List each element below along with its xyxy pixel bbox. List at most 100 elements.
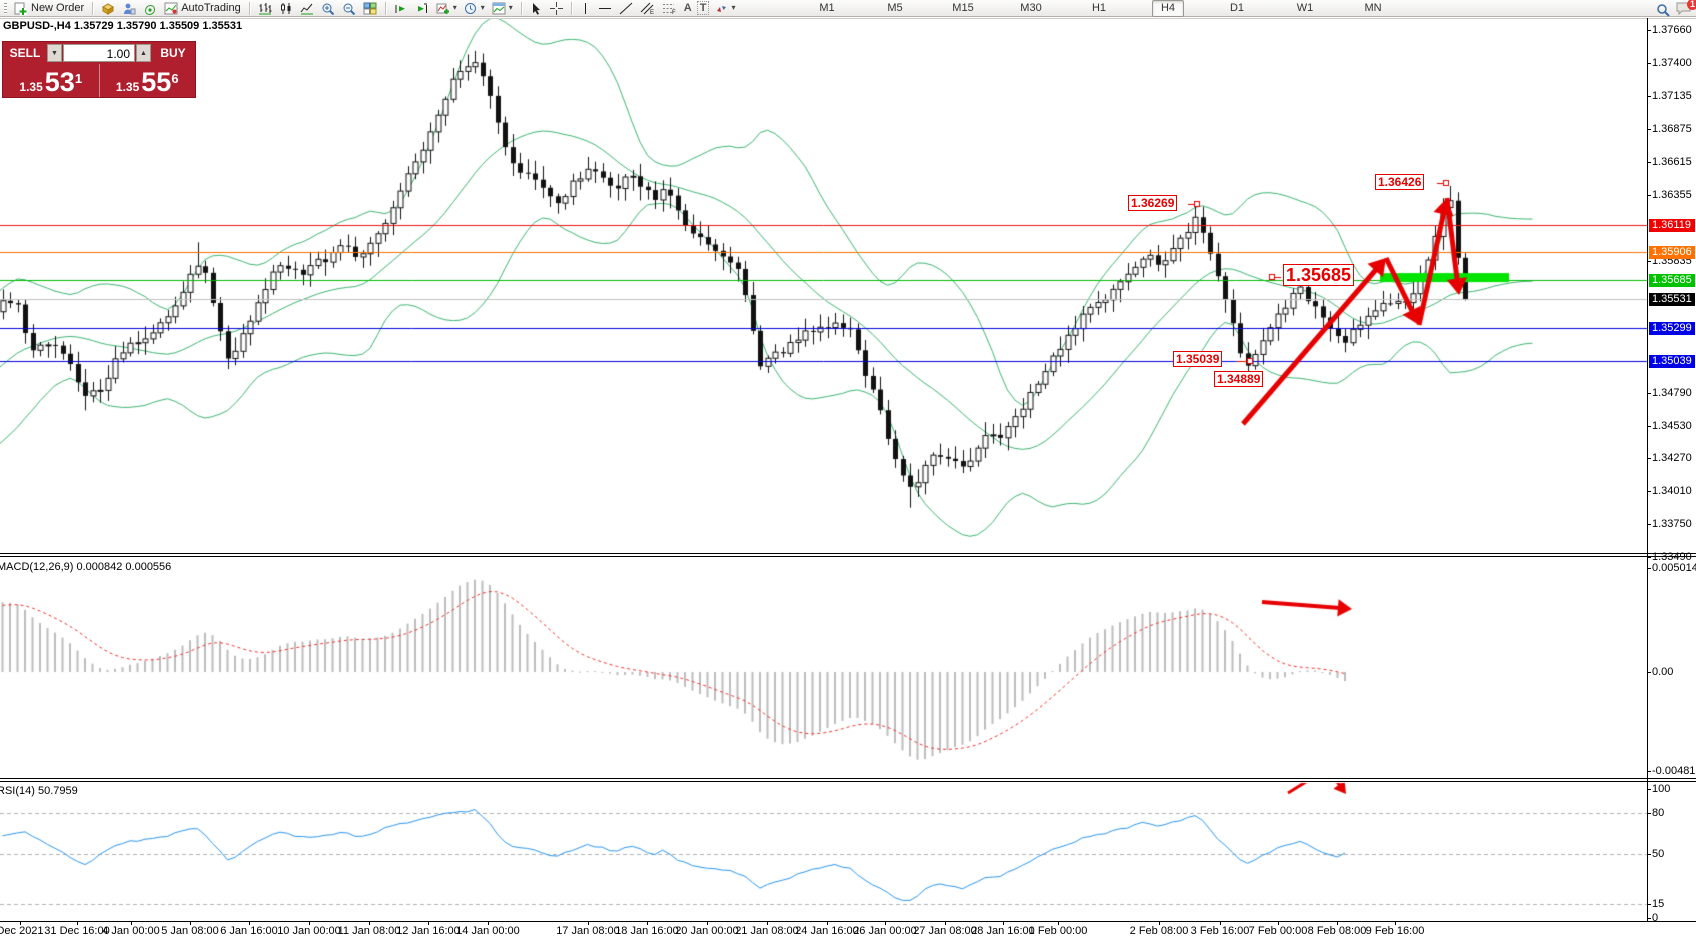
chevron-down-icon: ▾ — [509, 4, 513, 12]
horizontal-line-button[interactable] — [596, 1, 614, 16]
time-axis-tickmark — [309, 921, 310, 925]
time-axis-label: 3 Feb 16:00 — [1191, 925, 1250, 937]
svg-text:E: E — [650, 10, 654, 15]
price-annotation[interactable]: 1.34889 — [1214, 371, 1263, 387]
time-axis-label: 11 Jan 08:00 — [338, 925, 401, 937]
signals-button[interactable] — [141, 1, 159, 16]
time-axis-tickmark — [827, 921, 828, 925]
tab-timeframe-M1[interactable]: M1 — [812, 1, 842, 16]
buy-price-sup: 6 — [171, 64, 178, 94]
price-annotation[interactable]: 1.35039 — [1173, 351, 1222, 367]
time-axis-label: 4 Jan 00:00 — [102, 925, 160, 937]
sell-price-big: 53 — [45, 70, 75, 95]
time-axis-label: 1 Feb 00:00 — [1029, 925, 1088, 937]
tab-timeframe-H1[interactable]: H1 — [1084, 1, 1114, 16]
y-axis-tickmark — [1647, 426, 1651, 427]
trendline-button[interactable] — [617, 1, 635, 16]
time-axis-label: 27 Jan 08:00 — [913, 925, 977, 937]
price-annotation[interactable]: 1.36269 — [1128, 195, 1177, 211]
volume-down-button[interactable]: ▼ — [47, 44, 62, 62]
tab-timeframe-D1[interactable]: D1 — [1222, 1, 1252, 16]
text-button[interactable]: A — [682, 1, 694, 16]
svg-text:F: F — [672, 10, 676, 15]
indicators-button[interactable]: ▾ — [434, 1, 459, 16]
price-annotation[interactable]: 1.35685 — [1283, 264, 1354, 286]
mt4-window: New Order AutoTrading — [0, 0, 1696, 939]
time-axis-tickmark — [488, 921, 489, 925]
line-chart-button[interactable] — [298, 1, 316, 16]
autotrading-icon — [164, 2, 178, 15]
tab-timeframe-H4[interactable]: H4 — [1152, 0, 1184, 17]
volume-input[interactable] — [64, 46, 134, 62]
y-axis-tick: 1.34010 — [1652, 485, 1692, 497]
timeframe-group: M1 M5 M15 M30 H1 H4 D1 W1 MN — [812, 0, 1426, 17]
autotrading-button[interactable]: AutoTrading — [162, 1, 243, 16]
tab-timeframe-M15[interactable]: M15 — [948, 1, 978, 16]
crosshair-button[interactable] — [548, 1, 565, 16]
tab-timeframe-W1[interactable]: W1 — [1290, 1, 1320, 16]
vertical-line-button[interactable] — [578, 1, 593, 16]
new-order-label: New Order — [31, 2, 84, 14]
bar-chart-button[interactable] — [256, 1, 274, 16]
separator — [385, 2, 386, 15]
buy-button[interactable]: BUY — [151, 42, 195, 64]
zoom-out-button[interactable] — [340, 1, 358, 16]
time-axis-tickmark — [1220, 921, 1221, 925]
time-axis-label: 28 Jan 16:00 — [971, 925, 1035, 937]
price-annotation[interactable]: 1.36426 — [1375, 174, 1424, 190]
tab-timeframe-MN[interactable]: MN — [1358, 1, 1388, 16]
y-axis-tickmark — [1647, 63, 1651, 64]
time-axis-label: Dec 2021 — [0, 925, 44, 937]
cursor-button[interactable] — [528, 1, 545, 16]
separator — [249, 2, 250, 15]
new-order-button[interactable]: New Order — [12, 1, 86, 16]
arrows-button[interactable]: ▾ — [712, 1, 737, 16]
gold-cube-button[interactable] — [99, 1, 117, 16]
rsi-axis-tick: 50 — [1652, 848, 1664, 860]
periods-button[interactable]: ▾ — [462, 1, 487, 16]
auto-scroll-button[interactable] — [392, 1, 410, 16]
clock-icon — [464, 2, 478, 15]
time-axis-tickmark — [1003, 921, 1004, 925]
panel-separator — [0, 553, 1696, 554]
chevron-down-icon: ▾ — [731, 4, 735, 12]
chart-shift-icon — [415, 2, 429, 15]
buy-price[interactable]: 1.35 55 6 — [100, 64, 196, 97]
time-axis-label: 6 Jan 16:00 — [220, 925, 278, 937]
y-axis-tick: 1.36355 — [1652, 189, 1692, 201]
text-label-button[interactable]: T — [697, 1, 710, 15]
navigator-button[interactable] — [120, 1, 138, 16]
fibonacci-button[interactable]: F — [660, 1, 679, 16]
autotrading-label: AutoTrading — [181, 2, 241, 14]
chart-canvas[interactable] — [0, 0, 1696, 939]
zoom-in-button[interactable] — [319, 1, 337, 16]
rsi-axis-tickmark — [1647, 789, 1651, 790]
tile-windows-button[interactable] — [361, 1, 379, 16]
search-icon[interactable] — [1656, 3, 1670, 17]
rsi-axis-tick: 100 — [1652, 783, 1670, 795]
line-chart-icon — [300, 2, 314, 15]
rsi-axis-tickmark — [1647, 904, 1651, 905]
zoom-out-icon — [342, 2, 356, 15]
time-axis-label: 2 Feb 08:00 — [1130, 925, 1189, 937]
tab-timeframe-M30[interactable]: M30 — [1016, 1, 1046, 16]
chart-shift-button[interactable] — [413, 1, 431, 16]
sell-button[interactable]: SELL — [3, 42, 47, 64]
templates-button[interactable]: ▾ — [490, 1, 515, 16]
sell-price[interactable]: 1.35 53 1 — [3, 64, 100, 97]
panel-separator — [0, 921, 1696, 922]
y-axis-tick: 1.34530 — [1652, 420, 1692, 432]
symbol-ohlc-line: GBPUSD-,H4 1.35729 1.35790 1.35509 1.355… — [3, 20, 242, 32]
arrows-icon — [714, 2, 728, 15]
chat-button[interactable]: 1 — [1676, 1, 1692, 18]
panel-separator — [0, 778, 1696, 779]
candlestick-chart-button[interactable] — [277, 1, 295, 16]
toolbar-grip[interactable] — [4, 3, 7, 14]
time-axis-label: 20 Jan 00:00 — [675, 925, 739, 937]
volume-up-button[interactable]: ▲ — [136, 44, 151, 62]
y-axis-tickmark — [1647, 195, 1651, 196]
equidistant-channel-button[interactable]: E — [638, 1, 657, 16]
y-axis-tickmark — [1647, 491, 1651, 492]
separator — [521, 2, 522, 15]
tab-timeframe-M5[interactable]: M5 — [880, 1, 910, 16]
